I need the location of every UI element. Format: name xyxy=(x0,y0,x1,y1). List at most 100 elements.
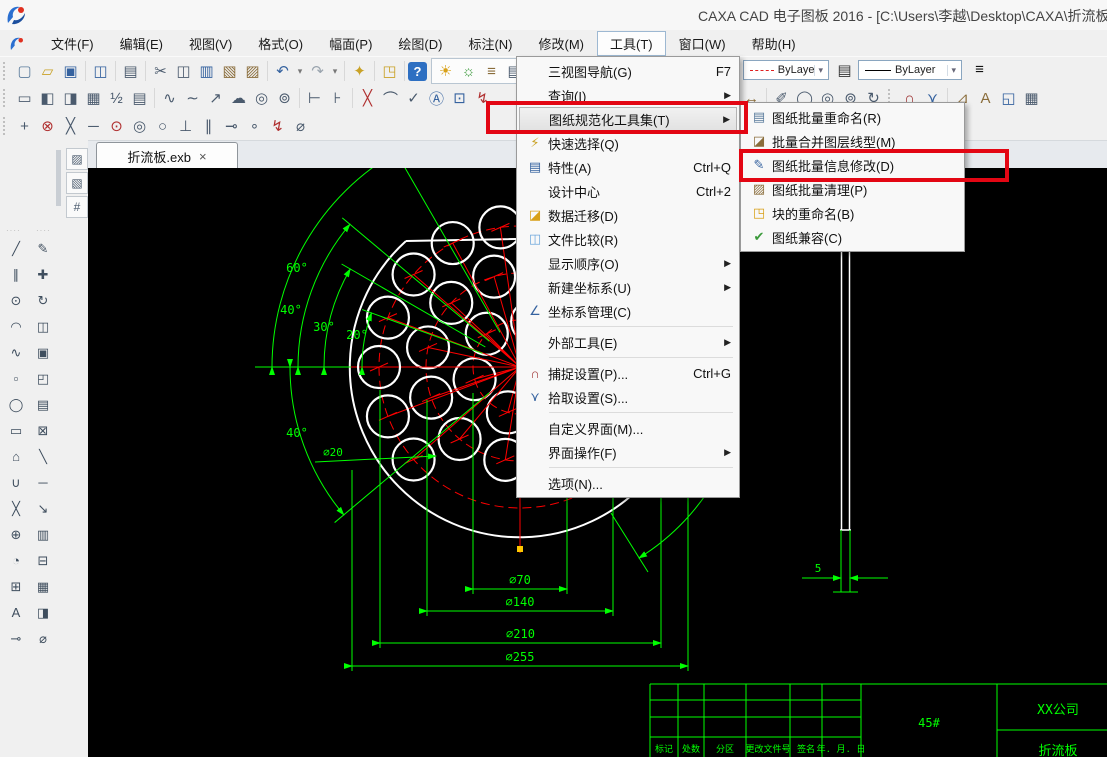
cut-icon[interactable]: ✂ xyxy=(149,60,172,83)
menu-item-文件比较(R)[interactable]: ◫文件比较(R) xyxy=(519,227,737,251)
pie-tool-icon[interactable]: ◔ xyxy=(6,550,27,571)
view-port-icon[interactable]: ◎ xyxy=(250,87,273,110)
copy-basepoint-icon[interactable]: ▥ xyxy=(195,60,218,83)
undo-dropdown-icon[interactable]: ▾ xyxy=(294,60,306,83)
menu-item-外部工具(E)[interactable]: 外部工具(E)▶ xyxy=(519,330,737,354)
tangent-icon[interactable]: ⊸ xyxy=(220,115,243,138)
menubar-item-8[interactable]: 工具(T) xyxy=(597,31,666,56)
toolbar-grip[interactable] xyxy=(3,117,8,135)
menubar-item-3[interactable]: 格式(O) xyxy=(245,31,316,56)
paste-icon[interactable]: ▧ xyxy=(218,60,241,83)
menu-item-捕捉设置(P)...[interactable]: ∩捕捉设置(P)...Ctrl+G xyxy=(519,361,737,385)
tab-document[interactable]: 折流板.exb × xyxy=(96,142,238,169)
wavy-line-icon[interactable]: ∼ xyxy=(181,87,204,110)
cleanup-icon[interactable]: ✦ xyxy=(348,60,371,83)
parts-list-icon[interactable]: ◨ xyxy=(59,87,82,110)
menu-item-拾取设置(S)...[interactable]: ⋎拾取设置(S)... xyxy=(519,385,737,409)
open-file-icon[interactable]: ▱ xyxy=(36,60,59,83)
menu-item-自定义界面(M)...[interactable]: 自定义界面(M)... xyxy=(519,416,737,440)
circle-icon[interactable]: ○ xyxy=(151,115,174,138)
toolbar-grip[interactable] xyxy=(3,89,8,107)
menu-item-设计中心[interactable]: 设计中心Ctrl+2 xyxy=(519,179,737,203)
ellipse-tool-icon[interactable]: ◯ xyxy=(6,394,27,415)
linetype-combo[interactable]: ByLayer ▾ xyxy=(858,60,962,80)
save-icon[interactable]: ▣ xyxy=(59,60,82,83)
table-icon[interactable]: ▦ xyxy=(82,87,105,110)
menu-item-坐标系管理(C)[interactable]: ∠坐标系管理(C) xyxy=(519,299,737,323)
help-icon[interactable]: ? xyxy=(408,62,427,81)
print-icon[interactable]: ▤ xyxy=(119,60,142,83)
parallel-icon[interactable]: ∥ xyxy=(197,115,220,138)
menubar-item-5[interactable]: 绘图(D) xyxy=(385,31,455,56)
concentric-icon[interactable]: ◎ xyxy=(128,115,151,138)
dim-tool-icon[interactable]: ◨ xyxy=(33,602,54,623)
menubar-item-9[interactable]: 窗口(W) xyxy=(666,31,739,56)
edit-leader-icon[interactable]: ◱ xyxy=(997,87,1020,110)
menu-item-新建坐标系(U)[interactable]: 新建坐标系(U)▶ xyxy=(519,275,737,299)
explode-tool-icon[interactable]: ⊟ xyxy=(33,550,54,571)
rotate-tool-icon[interactable]: ↻ xyxy=(33,290,54,311)
menubar-item-4[interactable]: 幅面(P) xyxy=(316,31,385,56)
new-file-icon[interactable]: ▢ xyxy=(13,60,36,83)
arc3p-tool-icon[interactable]: ∪ xyxy=(6,472,27,493)
dim-style-icon[interactable]: ⊡ xyxy=(448,87,471,110)
linetype-manager-icon[interactable]: ▤ xyxy=(833,58,856,81)
redo-icon[interactable]: ↷ xyxy=(306,60,329,83)
move-tool-icon[interactable]: ✚ xyxy=(33,264,54,285)
combo-caret-icon[interactable]: ▾ xyxy=(814,65,826,76)
title-block-edit-icon[interactable]: ▨ xyxy=(66,148,88,170)
linewidth-icon[interactable]: ≡ xyxy=(968,58,991,81)
detail-view-icon[interactable]: ⊚ xyxy=(273,87,296,110)
menu-item-数据迁移(D)[interactable]: ◪数据迁移(D) xyxy=(519,203,737,227)
chamfer-tool-icon[interactable]: ╲ xyxy=(33,446,54,467)
gear-tool-icon[interactable]: ⊗ xyxy=(36,115,59,138)
tolerance-icon[interactable]: ✓ xyxy=(402,87,425,110)
insert-object-icon[interactable]: ◳ xyxy=(378,60,401,83)
node-icon[interactable]: ∘ xyxy=(243,115,266,138)
edit-form-icon[interactable]: ▦ xyxy=(1020,87,1043,110)
serial-number-icon[interactable]: ½ xyxy=(105,87,128,110)
center-circle-icon[interactable]: ⊙ xyxy=(105,115,128,138)
polygon-tool-icon[interactable]: ⌂ xyxy=(6,446,27,467)
color-linetype-combo[interactable]: ByLaye ▾ xyxy=(743,60,829,80)
menu-item-三视图导航(G)[interactable]: 三视图导航(G)F7 xyxy=(519,59,737,83)
spline-tool-icon[interactable]: ∿ xyxy=(6,342,27,363)
erase-tool-icon[interactable]: ✎ xyxy=(33,238,54,259)
menubar-item-10[interactable]: 帮助(H) xyxy=(739,31,809,56)
delete-tool-icon[interactable]: ╳ xyxy=(59,115,82,138)
leader-tool-icon[interactable]: ⊸ xyxy=(6,628,27,649)
tab-close-icon[interactable]: × xyxy=(199,149,207,164)
cloud-icon[interactable]: ☁ xyxy=(227,87,250,110)
point-tool-icon[interactable]: + xyxy=(13,115,36,138)
rectangle-tool-icon[interactable]: ▭ xyxy=(6,420,27,441)
menu-item-界面操作(F)[interactable]: 界面操作(F)▶ xyxy=(519,440,737,464)
block-tool-icon[interactable]: ▥ xyxy=(33,524,54,545)
arc-dim-icon[interactable]: ⌒ xyxy=(379,87,402,110)
undo-icon[interactable]: ↶ xyxy=(271,60,294,83)
lightning-icon[interactable]: ↯ xyxy=(266,115,289,138)
bom-icon[interactable]: ▤ xyxy=(128,87,151,110)
toolbar-grip[interactable] xyxy=(56,150,61,206)
parallel-tool-icon[interactable]: ∥ xyxy=(6,264,27,285)
hole-tool-icon[interactable]: ⊕ xyxy=(6,524,27,545)
copy-icon[interactable]: ◫ xyxy=(172,60,195,83)
datum-icon[interactable]: Ⓐ xyxy=(425,87,448,110)
stretch-tool-icon[interactable]: ↘ xyxy=(33,498,54,519)
diameter-dim-icon[interactable]: ⌀ xyxy=(33,628,54,649)
trim-tool-icon[interactable]: ⊠ xyxy=(33,420,54,441)
coord-dim-icon[interactable]: ⊦ xyxy=(326,87,349,110)
arc-tool-icon[interactable]: ◠ xyxy=(6,316,27,337)
layers-icon[interactable]: ≡ xyxy=(480,60,503,83)
menu-item-快速选择(Q)[interactable]: ⚡快速选择(Q) xyxy=(519,131,737,155)
point-tool-icon[interactable]: ▫ xyxy=(6,368,27,389)
menu-item-图纸兼容(C)[interactable]: ✔图纸兼容(C) xyxy=(743,225,962,249)
table-tool-icon[interactable]: ▦ xyxy=(33,576,54,597)
linear-dim-icon[interactable]: ⊢ xyxy=(303,87,326,110)
toolbar-grip[interactable] xyxy=(3,62,8,80)
combo-caret-icon[interactable]: ▾ xyxy=(947,65,959,76)
revision-cloud-icon[interactable]: ∿ xyxy=(158,87,181,110)
scale-tool-icon[interactable]: ▤ xyxy=(33,394,54,415)
menu-item-图纸批量重命名(R)[interactable]: ▤图纸批量重命名(R) xyxy=(743,105,962,129)
copy-tool-icon[interactable]: ◫ xyxy=(33,316,54,337)
mirror-tool-icon[interactable]: ▣ xyxy=(33,342,54,363)
